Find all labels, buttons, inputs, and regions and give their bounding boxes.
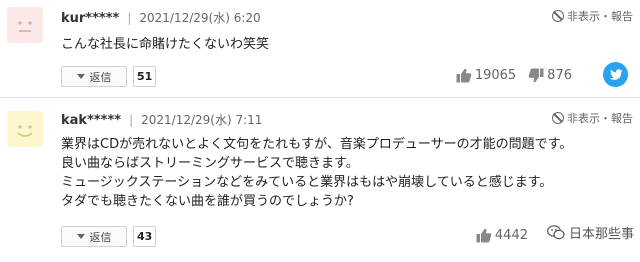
hide-report-link[interactable]: 非表示・報告 xyxy=(552,110,633,126)
chevron-down-icon xyxy=(76,234,85,239)
reply-count: 51 xyxy=(133,66,157,87)
comment-text-line: タダでも聴きたくない曲を誰が買うのでしょうか? xyxy=(61,194,354,209)
ban-icon xyxy=(552,112,564,124)
comment-text-line: 良い曲ならばストリーミングサービスで聴きます。 xyxy=(61,156,359,171)
reply-button[interactable]: 返信 xyxy=(61,66,127,87)
dislike-count: 876 xyxy=(547,68,572,83)
watermark-text: 日本那些事 xyxy=(568,227,634,242)
reply-button[interactable]: 返信 xyxy=(61,226,127,247)
reply-count: 43 xyxy=(133,226,157,247)
thumbs-up-icon xyxy=(456,68,472,83)
avatar-face-icon xyxy=(18,21,32,32)
chevron-down-icon xyxy=(76,74,85,79)
thumbs-down-icon xyxy=(528,68,544,83)
comment-date: 2021/12/29(水) 6:20 xyxy=(139,11,261,25)
meta-separator: | xyxy=(127,11,132,25)
comment-text: 業界はCDが売れないとよく文句をたれもすが、音楽プロデューサーの才能の問題です。… xyxy=(61,135,572,211)
hide-report-label: 非表示・報告 xyxy=(567,112,633,125)
comment-item: kur***** | 2021/12/29(水) 6:20 非表示・報告 こんな社長… xyxy=(0,0,640,97)
comment-meta: kur***** | 2021/12/29(水) 6:20 xyxy=(61,9,261,26)
ban-icon xyxy=(552,10,564,22)
vote-group: 4442 xyxy=(476,228,528,243)
comment-item: kak***** | 2021/12/29(水) 7:11 非表示・報告 業界はCD… xyxy=(0,97,640,262)
twitter-icon xyxy=(609,68,622,80)
reply-label: 返信 xyxy=(89,70,112,84)
wechat-icon xyxy=(547,225,565,240)
username[interactable]: kak***** xyxy=(61,113,121,128)
avatar[interactable] xyxy=(7,111,43,147)
comment-text-line: こんな社長に命賭けたくないわ笑笑 xyxy=(61,37,270,52)
like-button[interactable]: 4442 xyxy=(476,228,528,243)
like-button[interactable]: 19065 xyxy=(456,68,516,83)
comment-meta: kak***** | 2021/12/29(水) 7:11 xyxy=(61,111,262,128)
like-count: 19065 xyxy=(474,68,517,83)
comment-text-line: ミュージックステーションなどをみていると業界はもはや崩壊していると感じます。 xyxy=(61,175,553,190)
hide-report-label: 非表示・報告 xyxy=(567,10,633,23)
avatar-face-icon xyxy=(17,125,33,137)
meta-separator: | xyxy=(129,113,134,127)
dislike-button[interactable]: 876 xyxy=(528,68,572,83)
vote-group: 19065 876 xyxy=(456,68,572,83)
username[interactable]: kur***** xyxy=(61,11,119,26)
like-count: 4442 xyxy=(494,228,528,243)
comment-date: 2021/12/29(水) 7:11 xyxy=(141,113,263,127)
watermark: 日本那些事 xyxy=(547,223,634,242)
reply-label: 返信 xyxy=(89,230,112,244)
comment-text: こんな社長に命賭けたくないわ笑笑 xyxy=(61,35,269,54)
twitter-share-button[interactable] xyxy=(603,62,628,87)
thumbs-up-icon xyxy=(476,228,492,243)
avatar[interactable] xyxy=(7,7,43,43)
hide-report-link[interactable]: 非表示・報告 xyxy=(552,8,633,24)
comment-text-line: 業界はCDが売れないとよく文句をたれもすが、音楽プロデューサーの才能の問題です。 xyxy=(61,137,573,152)
